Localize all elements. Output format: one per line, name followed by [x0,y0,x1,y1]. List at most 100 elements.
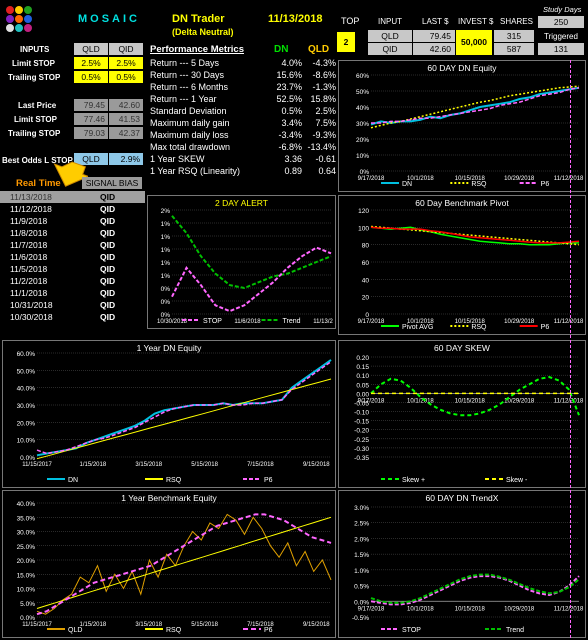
legend-label: Skew - [506,477,528,484]
current-date: 11/13/2018 [268,13,323,25]
chart-60day-dn-trendx: 60 DAY DN TrendX -0.5% 0.0% 0.5% 1.0% 1.5% 2.0… [338,490,586,638]
y-tick-label: 15.0% [17,572,36,579]
perf-label: 1 Year RSQ (Linearity) [150,166,241,176]
y-tick-label: -0.15 [354,419,369,426]
y-tick-label: 0% [161,312,171,319]
series-line [370,573,580,604]
history-row[interactable]: 10/30/2018 QID [0,311,145,323]
series-line [370,375,580,417]
signal-history: 11/13/2018 QID 11/12/2018 QID 11/9/2018 QID… [0,191,145,323]
perf-label: Maximum daily gain [150,118,230,128]
y-tick-label: 0.00 [356,391,369,398]
legend-label: Trend [283,318,301,325]
series-line [36,516,332,609]
chart-svg: 1 Year Benchmark Equity 0.0% 5.0% 10.0% 15.0… [17,493,332,634]
chart-title: 1 Year Benchmark Equity [121,493,217,503]
perf-row: Return --- 6 Months 23.7% -1.3% [150,81,336,93]
y-tick-label: 10.0% [17,587,36,594]
series-line [171,246,332,313]
y-tick-label: 0.15 [356,364,369,371]
y-tick-label: -0.20 [354,428,369,435]
perf-label: 1 Year SKEW [150,154,205,164]
limit-stop-label: Limit STOP [12,59,55,68]
y-tick-label: 30% [356,121,369,128]
x-tick-label: 10/29/2018 [504,606,535,612]
y-tick-label: 1% [161,247,171,254]
legend-label: Skew + [402,477,425,484]
x-tick-label: 10/15/2018 [455,398,486,404]
y-tick-label: 35.0% [17,515,36,522]
y-tick-label: 20 [362,295,370,302]
y-tick-label: 0.0% [20,455,35,462]
x-tick-label: 9/17/2018 [358,176,385,182]
history-row[interactable]: 11/6/2018 QID [0,251,145,263]
chart-60day-skew: 60 DAY SKEW -0.35 -0.30 -0.25 -0.20 -0.15 -0.1… [338,340,586,488]
inputs-col1-header: QLD [74,43,108,55]
last-price-qid: 42.60 [109,99,143,111]
history-row[interactable]: 11/8/2018 QID [0,227,145,239]
perf-qld-value: -9.3% [312,130,336,140]
y-tick-label: 80 [362,243,370,250]
row1-symbol[interactable]: QLD [368,30,412,42]
logo-dots-icon [6,6,32,32]
series-line [370,86,580,126]
x-tick-label: 9/15/2018 [303,462,330,468]
invest-amount[interactable]: 50,000 [456,30,492,55]
x-tick-label: 11/12/2018 [554,398,584,404]
legend-label: P6 [264,477,273,484]
history-row[interactable]: 11/2/2018 QID [0,275,145,287]
y-tick-label: 50% [356,89,369,96]
perf-dn-value: 4.0% [281,58,302,68]
legend-label: Pivot AVG [402,324,433,331]
chart-60day-benchmark-pivot: 60 Day Benchmark Pivot 0 20 40 60 80 100 120 9/1… [338,195,586,335]
history-row[interactable]: 11/13/2018 QID [0,191,145,203]
x-tick-label: 11/15/2017 [22,462,52,468]
y-tick-label: 2.0% [354,536,369,543]
app-title: DN Trader [172,13,225,25]
x-tick-label: 10/29/2018 [504,398,535,404]
series-line [36,378,332,460]
top-value[interactable]: 2 [337,32,355,52]
limit-stop-qld[interactable]: 2.5% [74,57,108,69]
x-tick-label: 11/6/2018 [234,319,261,325]
x-tick-label: 11/15/2017 [22,622,52,628]
row2-symbol[interactable]: QID [368,43,412,55]
perf-row: Return --- 5 Days 4.0% -4.3% [150,57,336,69]
x-tick-label: 11/12/2018 [554,606,584,612]
history-row[interactable]: 10/31/2018 QID [0,299,145,311]
history-row[interactable]: 11/5/2018 QID [0,263,145,275]
study-days-value[interactable]: 250 [538,16,584,28]
perf-label: Return --- 30 Days [150,70,225,80]
chart-title: 2 DAY ALERT [215,198,268,208]
trailing-stop-price-label: Trailing STOP [8,129,61,138]
history-row[interactable]: 11/1/2018 QID [0,287,145,299]
limit-stop-qid[interactable]: 2.5% [109,57,143,69]
chart-title: 1 Year DN Equity [137,343,202,353]
performance-title: Performance Metrics [150,44,244,55]
legend-label: DN [402,181,412,188]
series-line [171,215,332,290]
app-subtitle: (Delta Neutral) [172,27,234,37]
x-tick-label: 3/15/2018 [135,462,162,468]
y-tick-label: 25.0% [17,544,36,551]
perf-dn-value: -3.4% [278,130,302,140]
trailing-stop-qid[interactable]: 0.5% [109,71,143,83]
chart-title: 60 Day Benchmark Pivot [415,198,509,208]
x-tick-label: 9/15/2018 [303,622,330,628]
y-tick-label: 2.5% [354,521,369,528]
last-price-qld: 79.45 [74,99,108,111]
trailing-stop-qld[interactable]: 0.5% [74,71,108,83]
history-row[interactable]: 11/9/2018 QID [0,215,145,227]
invest-label: INVEST $ [458,17,494,26]
y-tick-label: 30.0% [17,403,36,410]
x-tick-label: 10/15/2018 [455,606,486,612]
y-tick-label: 10% [356,153,369,160]
y-tick-label: 20.0% [17,420,36,427]
logo [4,4,34,34]
x-tick-label: 7/15/2018 [247,462,274,468]
history-row[interactable]: 11/7/2018 QID [0,239,145,251]
y-tick-label: 0% [161,299,171,306]
history-row[interactable]: 11/12/2018 QID [0,203,145,215]
x-tick-label: 1/15/2018 [80,462,107,468]
x-tick-label: 10/1/2018 [407,606,434,612]
